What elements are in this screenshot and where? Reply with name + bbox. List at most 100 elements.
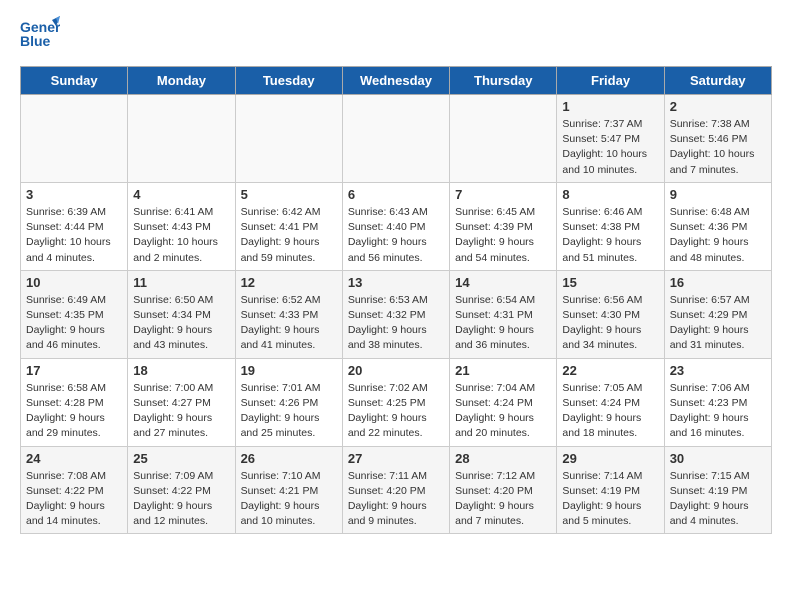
calendar-cell: 9 Sunrise: 6:48 AM Sunset: 4:36 PM Daylig…: [664, 182, 771, 270]
day-number: 18: [133, 363, 229, 378]
calendar-cell: 8 Sunrise: 6:46 AM Sunset: 4:38 PM Daylig…: [557, 182, 664, 270]
day-info: Sunrise: 6:49 AM Sunset: 4:35 PM Dayligh…: [26, 293, 122, 354]
calendar-cell: 18 Sunrise: 7:00 AM Sunset: 4:27 PM Dayli…: [128, 358, 235, 446]
day-info: Sunrise: 6:58 AM Sunset: 4:28 PM Dayligh…: [26, 381, 122, 442]
day-number: 27: [348, 451, 444, 466]
calendar-cell: [21, 95, 128, 183]
logo: General Blue: [20, 16, 60, 54]
calendar-cell: 12 Sunrise: 6:52 AM Sunset: 4:33 PM Dayli…: [235, 270, 342, 358]
day-number: 19: [241, 363, 337, 378]
day-number: 16: [670, 275, 766, 290]
day-info: Sunrise: 7:14 AM Sunset: 4:19 PM Dayligh…: [562, 469, 658, 530]
col-header-thursday: Thursday: [450, 67, 557, 95]
calendar-cell: 23Sunrise: 7:06 AM Sunset: 4:23 PM Dayli…: [664, 358, 771, 446]
day-number: 4: [133, 187, 229, 202]
day-number: 21: [455, 363, 551, 378]
day-info: Sunrise: 6:56 AM Sunset: 4:30 PM Dayligh…: [562, 293, 658, 354]
day-number: 23: [670, 363, 766, 378]
calendar-cell: 25Sunrise: 7:09 AM Sunset: 4:22 PM Dayli…: [128, 446, 235, 534]
day-number: 24: [26, 451, 122, 466]
calendar-cell: [450, 95, 557, 183]
day-info: Sunrise: 7:00 AM Sunset: 4:27 PM Dayligh…: [133, 381, 229, 442]
svg-text:Blue: Blue: [20, 33, 51, 49]
day-number: 2: [670, 99, 766, 114]
calendar-cell: 1 Sunrise: 7:37 AM Sunset: 5:47 PM Daylig…: [557, 95, 664, 183]
calendar-cell: 2 Sunrise: 7:38 AM Sunset: 5:46 PM Daylig…: [664, 95, 771, 183]
col-header-monday: Monday: [128, 67, 235, 95]
calendar-cell: 28Sunrise: 7:12 AM Sunset: 4:20 PM Dayli…: [450, 446, 557, 534]
day-info: Sunrise: 7:04 AM Sunset: 4:24 PM Dayligh…: [455, 381, 551, 442]
day-info: Sunrise: 6:57 AM Sunset: 4:29 PM Dayligh…: [670, 293, 766, 354]
day-number: 3: [26, 187, 122, 202]
calendar-cell: 10 Sunrise: 6:49 AM Sunset: 4:35 PM Dayli…: [21, 270, 128, 358]
day-info: Sunrise: 6:42 AM Sunset: 4:41 PM Dayligh…: [241, 205, 337, 266]
day-number: 28: [455, 451, 551, 466]
day-number: 11: [133, 275, 229, 290]
calendar-week-1: 1 Sunrise: 7:37 AM Sunset: 5:47 PM Daylig…: [21, 95, 772, 183]
calendar-week-3: 10 Sunrise: 6:49 AM Sunset: 4:35 PM Dayli…: [21, 270, 772, 358]
calendar-cell: 15 Sunrise: 6:56 AM Sunset: 4:30 PM Dayli…: [557, 270, 664, 358]
page-header: General Blue: [20, 16, 772, 54]
calendar-cell: 21 Sunrise: 7:04 AM Sunset: 4:24 PM Dayli…: [450, 358, 557, 446]
day-info: Sunrise: 7:15 AM Sunset: 4:19 PM Dayligh…: [670, 469, 766, 530]
calendar-cell: 17 Sunrise: 6:58 AM Sunset: 4:28 PM Dayli…: [21, 358, 128, 446]
calendar-cell: [342, 95, 449, 183]
day-info: Sunrise: 6:54 AM Sunset: 4:31 PM Dayligh…: [455, 293, 551, 354]
calendar-cell: 20 Sunrise: 7:02 AM Sunset: 4:25 PM Dayli…: [342, 358, 449, 446]
day-number: 12: [241, 275, 337, 290]
calendar-cell: 13 Sunrise: 6:53 AM Sunset: 4:32 PM Dayli…: [342, 270, 449, 358]
calendar-cell: 7 Sunrise: 6:45 AM Sunset: 4:39 PM Daylig…: [450, 182, 557, 270]
calendar-cell: 3 Sunrise: 6:39 AM Sunset: 4:44 PM Daylig…: [21, 182, 128, 270]
day-info: Sunrise: 6:48 AM Sunset: 4:36 PM Dayligh…: [670, 205, 766, 266]
day-info: Sunrise: 7:10 AM Sunset: 4:21 PM Dayligh…: [241, 469, 337, 530]
day-info: Sunrise: 7:11 AM Sunset: 4:20 PM Dayligh…: [348, 469, 444, 530]
day-info: Sunrise: 7:02 AM Sunset: 4:25 PM Dayligh…: [348, 381, 444, 442]
calendar-cell: 26 Sunrise: 7:10 AM Sunset: 4:21 PM Dayli…: [235, 446, 342, 534]
day-info: Sunrise: 7:09 AM Sunset: 4:22 PM Dayligh…: [133, 469, 229, 530]
calendar-cell: 4 Sunrise: 6:41 AM Sunset: 4:43 PM Daylig…: [128, 182, 235, 270]
day-number: 10: [26, 275, 122, 290]
calendar-table: SundayMondayTuesdayWednesdayThursdayFrid…: [20, 66, 772, 534]
day-info: Sunrise: 7:38 AM Sunset: 5:46 PM Dayligh…: [670, 117, 766, 178]
calendar-header-row: SundayMondayTuesdayWednesdayThursdayFrid…: [21, 67, 772, 95]
day-number: 9: [670, 187, 766, 202]
calendar-week-2: 3 Sunrise: 6:39 AM Sunset: 4:44 PM Daylig…: [21, 182, 772, 270]
day-info: Sunrise: 7:08 AM Sunset: 4:22 PM Dayligh…: [26, 469, 122, 530]
calendar-cell: 19 Sunrise: 7:01 AM Sunset: 4:26 PM Dayli…: [235, 358, 342, 446]
day-number: 8: [562, 187, 658, 202]
day-info: Sunrise: 6:39 AM Sunset: 4:44 PM Dayligh…: [26, 205, 122, 266]
day-number: 29: [562, 451, 658, 466]
day-number: 6: [348, 187, 444, 202]
day-number: 17: [26, 363, 122, 378]
day-info: Sunrise: 6:45 AM Sunset: 4:39 PM Dayligh…: [455, 205, 551, 266]
calendar-cell: 29 Sunrise: 7:14 AM Sunset: 4:19 PM Dayli…: [557, 446, 664, 534]
day-info: Sunrise: 6:46 AM Sunset: 4:38 PM Dayligh…: [562, 205, 658, 266]
day-number: 22: [562, 363, 658, 378]
day-number: 7: [455, 187, 551, 202]
day-info: Sunrise: 6:43 AM Sunset: 4:40 PM Dayligh…: [348, 205, 444, 266]
day-number: 30: [670, 451, 766, 466]
calendar-cell: 5Sunrise: 6:42 AM Sunset: 4:41 PM Daylig…: [235, 182, 342, 270]
day-number: 26: [241, 451, 337, 466]
calendar-cell: 14Sunrise: 6:54 AM Sunset: 4:31 PM Dayli…: [450, 270, 557, 358]
calendar-cell: 24 Sunrise: 7:08 AM Sunset: 4:22 PM Dayli…: [21, 446, 128, 534]
day-info: Sunrise: 6:41 AM Sunset: 4:43 PM Dayligh…: [133, 205, 229, 266]
calendar-cell: 30 Sunrise: 7:15 AM Sunset: 4:19 PM Dayli…: [664, 446, 771, 534]
day-number: 20: [348, 363, 444, 378]
day-info: Sunrise: 7:01 AM Sunset: 4:26 PM Dayligh…: [241, 381, 337, 442]
calendar-cell: [128, 95, 235, 183]
day-info: Sunrise: 6:50 AM Sunset: 4:34 PM Dayligh…: [133, 293, 229, 354]
calendar-cell: 11 Sunrise: 6:50 AM Sunset: 4:34 PM Dayli…: [128, 270, 235, 358]
day-number: 13: [348, 275, 444, 290]
calendar-cell: 16 Sunrise: 6:57 AM Sunset: 4:29 PM Dayli…: [664, 270, 771, 358]
day-number: 1: [562, 99, 658, 114]
day-info: Sunrise: 6:53 AM Sunset: 4:32 PM Dayligh…: [348, 293, 444, 354]
calendar-cell: 27 Sunrise: 7:11 AM Sunset: 4:20 PM Dayli…: [342, 446, 449, 534]
day-number: 15: [562, 275, 658, 290]
col-header-sunday: Sunday: [21, 67, 128, 95]
day-info: Sunrise: 7:37 AM Sunset: 5:47 PM Dayligh…: [562, 117, 658, 178]
calendar-week-4: 17 Sunrise: 6:58 AM Sunset: 4:28 PM Dayli…: [21, 358, 772, 446]
calendar-cell: [235, 95, 342, 183]
col-header-tuesday: Tuesday: [235, 67, 342, 95]
day-info: Sunrise: 6:52 AM Sunset: 4:33 PM Dayligh…: [241, 293, 337, 354]
